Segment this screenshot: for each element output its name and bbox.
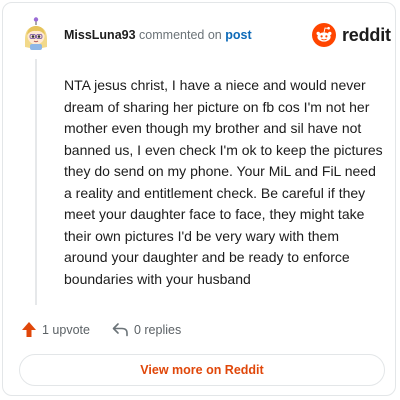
snoo-avatar-icon[interactable]: [21, 17, 51, 51]
view-more-button[interactable]: View more on Reddit: [19, 354, 385, 386]
reddit-brand[interactable]: reddit: [312, 23, 391, 47]
author-username[interactable]: MissLuna93: [64, 28, 136, 42]
reply-action[interactable]: 0 replies: [112, 322, 181, 337]
reddit-logo-icon: [312, 23, 336, 47]
comment-body: NTA jesus christ, I have a niece and wou…: [64, 77, 383, 287]
comment-header: MissLuna93 commented on post: [64, 28, 252, 42]
replies-count: 0 replies: [133, 322, 182, 337]
upvote-action[interactable]: 1 upvote: [21, 321, 90, 338]
upvote-count: 1 upvote: [42, 322, 90, 337]
thread-line: [35, 59, 37, 305]
comment-actions: 1 upvote 0 replies: [21, 321, 181, 338]
comment-embed-card: MissLuna93 commented on post reddit NTA …: [2, 2, 396, 396]
reply-icon[interactable]: [112, 322, 129, 337]
action-text: commented on: [139, 28, 222, 42]
brand-wordmark: reddit: [342, 24, 391, 45]
post-link[interactable]: post: [225, 28, 251, 42]
upvote-arrow-icon[interactable]: [21, 321, 37, 338]
